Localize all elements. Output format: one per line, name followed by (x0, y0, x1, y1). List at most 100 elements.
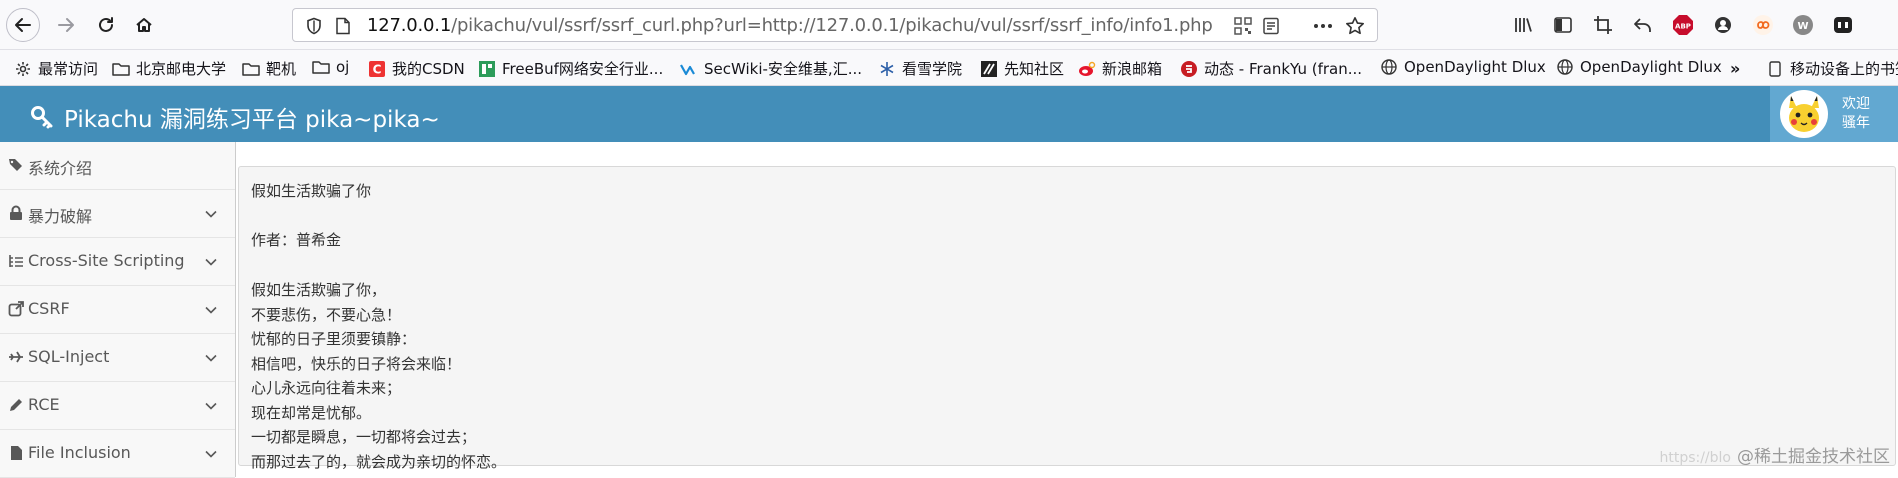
bookmark-label: 动态 - FrankYu (fran... (1204, 60, 1363, 78)
sidebar-item-intro[interactable]: 系统介绍 (0, 142, 235, 190)
qr-code-icon[interactable] (1233, 16, 1253, 36)
app-header: Pikachu 漏洞练习平台 pika~pika~ 欢迎 骚年 (0, 86, 1898, 142)
adblock-plus-icon[interactable]: ABP (1670, 12, 1696, 38)
chevron-down-icon[interactable] (204, 351, 218, 365)
crop-screenshot-icon[interactable] (1590, 12, 1616, 38)
sidebar-item-xss[interactable]: Cross-Site Scripting (0, 238, 235, 286)
reload-icon (99, 17, 113, 32)
poem-line: 而那过去了的，就会成为亲切的怀恋。 (251, 452, 507, 471)
poem-line: 忧郁的日子里须要镇静： (251, 330, 417, 348)
page-info-icon[interactable] (335, 17, 351, 35)
chevron-down-icon[interactable] (204, 255, 218, 269)
svg-text:ABP: ABP (1675, 23, 1691, 31)
sidebar-toggle-icon[interactable] (1550, 12, 1576, 38)
bookmark-label: 我的CSDN (392, 60, 465, 78)
sidebar-item-label: RCE (28, 395, 60, 414)
avatar (1780, 90, 1828, 138)
main-content: 假如生活欺骗了你 作者：普希金 假如生活欺骗了你， 不要悲伤，不要心急！ 忧郁的… (236, 142, 1898, 477)
secwiki-icon (680, 60, 698, 78)
bookmark-item[interactable]: 最常访问 (14, 58, 98, 79)
lock-icon (10, 205, 22, 220)
url-path: /pikachu/vul/ssrf/ssrf_curl.php?url=http… (451, 15, 1213, 36)
sidebar-item-rce[interactable]: RCE (0, 382, 235, 430)
watermark: https://blo @稀土掘金技术社区 (1659, 442, 1890, 467)
freebuf-icon (478, 60, 496, 78)
pencil-icon (10, 399, 22, 411)
wappalyzer-icon[interactable]: W (1790, 12, 1816, 38)
sidebar-item-file-inclusion[interactable]: File Inclusion (0, 430, 235, 478)
poem-line: 心儿永远向往着未来； (251, 379, 402, 397)
snowflake-icon (878, 60, 896, 78)
watermark-url: https://blo (1659, 450, 1731, 466)
home-button[interactable] (128, 9, 160, 41)
bookmark-label: 新浪邮箱 (1102, 60, 1163, 78)
browser-toolbar: 127.0.0.1/pikachu/vul/ssrf/ssrf_curl.php… (0, 0, 1898, 50)
bookmark-label: 最常访问 (38, 60, 99, 78)
forward-button[interactable] (50, 9, 82, 41)
more-bookmarks-chevron-icon[interactable]: » (1730, 59, 1740, 78)
ublock-icon[interactable] (1710, 12, 1736, 38)
weibo-icon (1078, 60, 1096, 78)
url-text[interactable]: 127.0.0.1/pikachu/vul/ssrf/ssrf_curl.php… (367, 15, 1213, 36)
chevron-down-icon[interactable] (204, 207, 218, 221)
reload-button[interactable] (90, 9, 122, 41)
folder-icon (242, 60, 260, 78)
bookmark-item[interactable]: 先知社区 (980, 58, 1064, 79)
bookmark-item[interactable]: SecWiki-安全维基,汇... (680, 58, 862, 79)
plane-icon (9, 351, 23, 363)
shield-icon[interactable] (305, 17, 323, 35)
poem-panel: 假如生活欺骗了你 作者：普希金 假如生活欺骗了你， 不要悲伤，不要心急！ 忧郁的… (238, 166, 1896, 471)
sidebar-item-label: Cross-Site Scripting (28, 251, 185, 270)
external-link-icon (8, 301, 24, 317)
extension-icon[interactable] (1830, 12, 1856, 38)
bookmark-item[interactable]: C 我的CSDN (368, 58, 465, 79)
sidebar-item-label: 暴力破解 (28, 207, 93, 226)
undo-icon[interactable] (1630, 12, 1656, 38)
app-title[interactable]: Pikachu 漏洞练习平台 pika~pika~ (30, 100, 440, 134)
sidebar-item-sql-inject[interactable]: SQL-Inject (0, 334, 235, 382)
chevron-down-icon[interactable] (204, 399, 218, 413)
file-icon (11, 446, 22, 460)
bookmark-item[interactable]: FreeBuf网络安全行业... (478, 58, 663, 79)
xianzhi-icon (980, 60, 998, 78)
poem-line: 现在却常是忧郁。 (251, 403, 372, 422)
bookmark-item[interactable]: OpenDaylight Dlux (1556, 58, 1722, 76)
csdn-icon: C (368, 60, 386, 78)
library-icon[interactable] (1510, 12, 1536, 38)
user-menu[interactable]: 欢迎 骚年 (1770, 86, 1898, 142)
bookmark-label: FreeBuf网络安全行业... (502, 60, 664, 78)
sidebar-item-csrf[interactable]: CSRF (0, 286, 235, 334)
poem-title: 假如生活欺骗了你 (251, 182, 372, 200)
reader-view-icon[interactable] (1261, 16, 1281, 36)
bookmark-item[interactable]: 移动设备上的书签 (1766, 58, 1898, 79)
poem-line: 不要悲伤，不要心急！ (251, 305, 402, 324)
bookmark-item[interactable]: 看雪学院 (878, 58, 962, 79)
back-button[interactable] (6, 8, 40, 42)
globe-icon (1380, 58, 1398, 76)
page-actions-icon[interactable] (1313, 16, 1333, 36)
sidebar-item-brute-force[interactable]: 暴力破解 (0, 190, 235, 238)
bookmark-folder[interactable]: oj (312, 58, 349, 76)
sidebar: 系统介绍 暴力破解 Cross-Site Scripting CSRF SQL-… (0, 142, 236, 478)
gitee-icon (1180, 60, 1198, 78)
bookmark-folder[interactable]: 靶机 (242, 58, 296, 79)
gear-icon (14, 60, 32, 78)
sidebar-item-label: 系统介绍 (28, 159, 93, 178)
poem-line: 一切都是瞬息，一切都将会过去； (251, 428, 477, 446)
bookmark-item[interactable]: OpenDaylight Dlux (1380, 58, 1546, 76)
tags-icon (9, 159, 22, 171)
bookmark-label: OpenDaylight Dlux (1404, 58, 1546, 76)
infinity-extension-icon[interactable] (1750, 12, 1776, 38)
bookmark-star-icon[interactable] (1345, 16, 1365, 36)
bookmark-item[interactable]: 动态 - FrankYu (fran... (1180, 58, 1362, 79)
pikachu-avatar-icon (1782, 92, 1826, 136)
address-bar[interactable]: 127.0.0.1/pikachu/vul/ssrf/ssrf_curl.php… (292, 8, 1378, 42)
arrow-right-icon (58, 18, 74, 32)
chevron-down-icon[interactable] (204, 303, 218, 317)
folder-icon (312, 58, 330, 76)
poem-body: 假如生活欺骗了你， 不要悲伤，不要心急！ 忧郁的日子里须要镇静： 相信吧，快乐的… (251, 278, 506, 474)
bookmark-folder[interactable]: 北京邮电大学 (112, 58, 226, 79)
bookmark-label: oj (336, 58, 350, 76)
chevron-down-icon[interactable] (204, 447, 218, 461)
bookmark-item[interactable]: 新浪邮箱 (1078, 58, 1162, 79)
